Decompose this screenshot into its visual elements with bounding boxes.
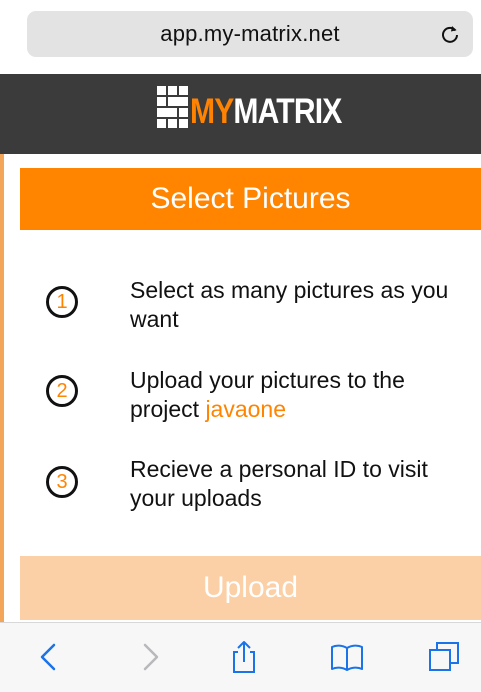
logo-matrix: MATRIX (233, 92, 342, 131)
step-1-text: Select as many pictures as you want (130, 277, 449, 332)
tabs-icon[interactable] (426, 639, 462, 675)
logo-wordmark: MYMATRIX (190, 90, 342, 134)
logo-my: MY (190, 92, 234, 131)
forward-icon[interactable] (131, 639, 167, 675)
grid-logo-icon (157, 86, 188, 128)
url-text[interactable]: app.my-matrix.net (27, 11, 473, 57)
step-3-text: Recieve a personal ID to visit your uplo… (130, 456, 428, 511)
address-bar[interactable]: app.my-matrix.net (27, 11, 473, 57)
share-icon[interactable] (226, 639, 262, 675)
project-link[interactable]: javaone (205, 396, 286, 422)
upload-button[interactable]: Upload (20, 556, 481, 620)
step-number-3-icon: 3 (46, 466, 78, 498)
bookmarks-icon[interactable] (329, 639, 365, 675)
step-number-2-icon: 2 (46, 375, 78, 407)
page-title: Select Pictures (20, 168, 481, 230)
browser-chrome: app.my-matrix.net (0, 0, 481, 74)
step-number-1-icon: 1 (46, 286, 78, 318)
back-icon[interactable] (32, 639, 68, 675)
browser-toolbar (0, 622, 481, 692)
step-2-text: Upload your pictures to the project java… (130, 366, 470, 424)
reload-icon[interactable] (439, 23, 461, 45)
